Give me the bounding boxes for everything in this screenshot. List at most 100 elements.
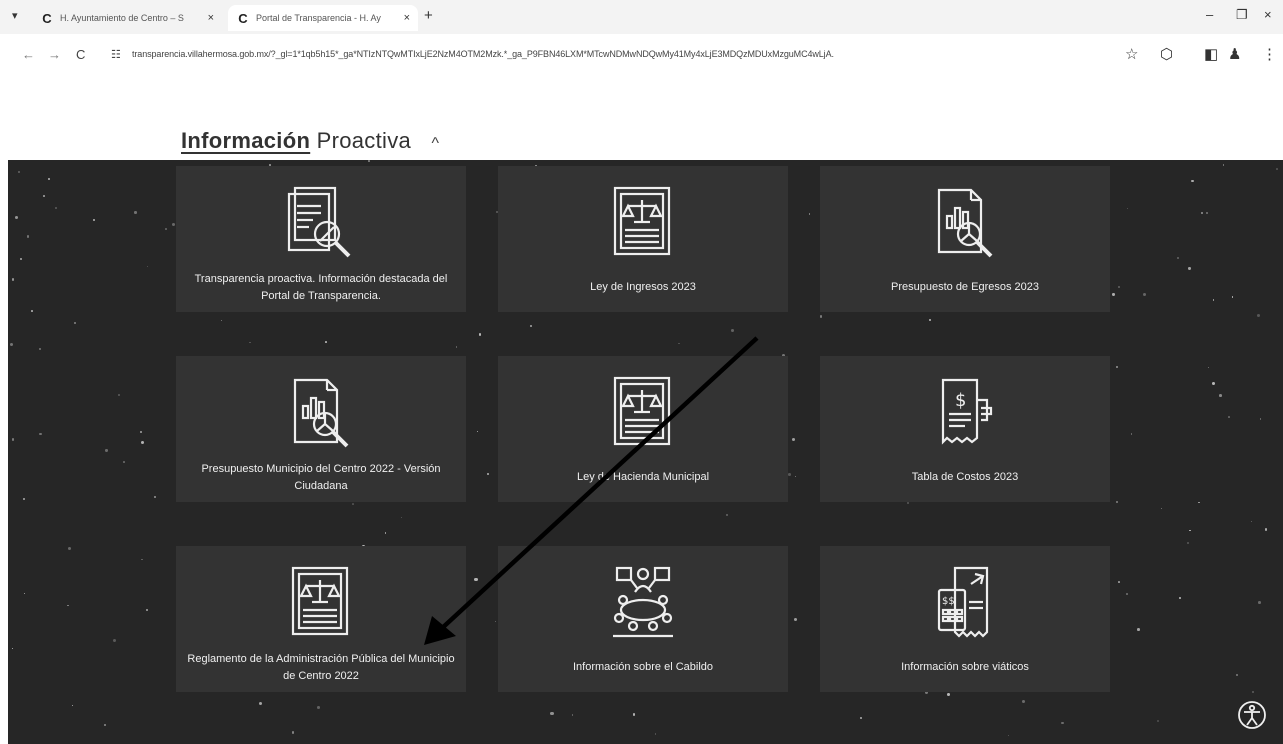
card-informacion-cabildo[interactable]: Información sobre el Cabildo [498,546,788,692]
tab-title: H. Ayuntamiento de Centro – S [60,13,184,23]
browser-tab-1[interactable]: C H. Ayuntamiento de Centro – S × [32,5,222,31]
forward-icon[interactable]: → [48,47,61,62]
texture-speck [1136,627,1140,631]
tab-title: Portal de Transparencia - H. Ay [256,13,381,23]
texture-speck [145,608,149,612]
texture-speck [1142,292,1146,296]
texture-speck [1188,267,1191,270]
texture-speck [134,211,137,214]
card-label: Tabla de Costos 2023 [911,471,1019,483]
texture-speck [39,432,42,436]
texture-speck [1250,521,1252,523]
texture-speck [19,258,22,261]
collapse-chevron-icon[interactable]: ^ [431,135,439,152]
texture-speck [67,547,71,551]
texture-speck [325,340,327,343]
texture-speck [1179,597,1182,600]
url-field[interactable]: transparencia.villahermosa.gob.mx/?_gl=1… [132,49,834,59]
texture-speck [1212,299,1215,301]
texture-speck [368,160,371,162]
texture-speck [1276,168,1278,170]
texture-speck [249,341,251,344]
texture-speck [1189,529,1192,532]
bookmark-star-icon[interactable]: ☆ [1125,45,1138,63]
card-label: Ley de Ingresos 2023 [590,281,696,293]
card-reglamento-administracion-publica[interactable]: Reglamento de la Administración Pública … [176,546,466,692]
texture-speck [731,329,735,333]
budget-report-search-icon [937,188,993,258]
texture-speck [1177,257,1180,260]
texture-speck [140,431,143,434]
tab-close-icon[interactable]: × [404,12,410,24]
card-label: Presupuesto de Egresos 2023 [891,281,1039,293]
texture-speck [1115,500,1118,503]
texture-speck [1259,418,1262,420]
texture-speck [122,461,125,464]
svg-text:$: $ [955,390,966,411]
texture-speck [1231,296,1233,298]
texture-speck [1227,416,1230,419]
texture-speck [141,558,143,561]
texture-speck [1157,720,1160,723]
texture-speck [474,578,478,582]
site-info-icon[interactable]: ☷ [111,48,121,61]
browser-tab-2-active[interactable]: C Portal de Transparencia - H. Ay × [228,5,418,31]
card-ley-ingresos-2023[interactable]: Ley de Ingresos 2023 [498,166,788,312]
address-bar: ← → C ☷ transparencia.villahermosa.gob.m… [0,34,1283,76]
texture-speck [67,604,69,607]
side-panel-icon[interactable]: ◧ [1204,45,1218,63]
texture-speck [1257,313,1261,317]
browser-tab-bar: ▾ C H. Ayuntamiento de Centro – S × C Po… [0,0,1283,34]
texture-speck [455,346,458,348]
card-presupuesto-egresos-2023[interactable]: Presupuesto de Egresos 2023 [820,166,1110,312]
accessibility-icon[interactable] [1237,700,1267,730]
reload-icon[interactable]: C [76,47,85,62]
card-informacion-viaticos[interactable]: $$ Información sobre viáticos [820,546,1110,692]
card-label: Reglamento de la Administración Pública … [187,653,455,682]
council-meeting-icon [613,566,673,638]
texture-speck [10,343,14,347]
texture-speck [11,648,14,650]
texture-speck [1205,211,1208,214]
card-transparencia-proactiva[interactable]: Transparencia proactiva. Información des… [176,166,466,312]
texture-speck [928,318,931,321]
close-window-icon[interactable]: × [1264,7,1272,22]
card-presupuesto-municipio-2022[interactable]: Presupuesto Municipio del Centro 2022 - … [176,356,466,502]
texture-speck [11,278,15,281]
texture-speck [1118,580,1121,583]
profile-icon[interactable]: ♟ [1228,45,1241,63]
restore-icon[interactable]: ❐ [1236,7,1248,23]
card-ley-hacienda-municipal[interactable]: Ley de Hacienda Municipal [498,356,788,502]
texture-speck [494,620,497,622]
tab-search-chevron-icon[interactable]: ▾ [12,9,18,22]
texture-speck [154,495,156,498]
law-book-icon [613,186,671,256]
menu-kebab-icon[interactable]: ⋮ [1262,45,1277,63]
texture-speck [147,266,149,268]
texture-speck [1061,721,1064,725]
texture-speck [93,219,96,222]
texture-speck [1200,211,1204,215]
section-title[interactable]: Información Proactiva ^ [181,128,439,154]
texture-speck [165,228,167,230]
card-label: Presupuesto Municipio del Centro 2022 - … [201,463,441,492]
minimize-icon[interactable]: – [1206,7,1213,22]
texture-speck [1258,601,1262,604]
texture-speck [385,532,387,534]
section-title-bold: Información [181,128,311,153]
texture-speck [103,724,106,727]
texture-speck [1008,734,1010,737]
extensions-icon[interactable]: ⬡ [1160,45,1173,63]
tab-close-icon[interactable]: × [208,12,214,24]
texture-speck [572,714,574,716]
card-tabla-costos-2023[interactable]: $ Tabla de Costos 2023 [820,356,1110,502]
texture-speck [1022,699,1026,703]
texture-speck [17,170,21,173]
new-tab-button[interactable]: + [424,7,433,24]
texture-speck [478,333,482,336]
back-icon[interactable]: ← [22,47,35,62]
tab-favicon: C [238,10,248,26]
texture-speck [726,514,728,516]
texture-speck [117,393,121,397]
texture-speck [1115,365,1119,369]
